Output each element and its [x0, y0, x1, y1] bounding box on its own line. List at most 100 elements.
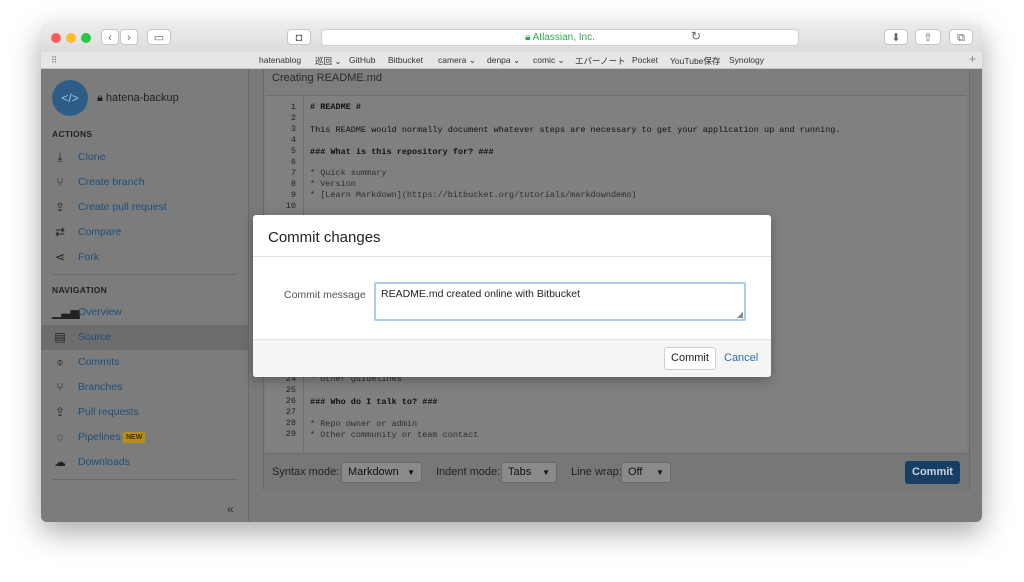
line-wrap-select[interactable]: Off ▼: [621, 462, 671, 483]
bookmark-bitbucket[interactable]: Bitbucket: [388, 55, 423, 65]
line-number: 1: [290, 102, 296, 112]
commit-icon: ⌽: [56, 355, 64, 369]
sidebar-item-fork[interactable]: ⋖ Fork: [41, 245, 248, 270]
line-number: 27: [285, 407, 296, 417]
sidebar-item-create-branch[interactable]: ⑂ Create branch: [41, 170, 248, 195]
indent-mode-select[interactable]: Tabs ▼: [501, 462, 557, 483]
sidebar-item-downloads[interactable]: ☁ Downloads: [41, 450, 248, 475]
compare-icon: ⇄: [54, 225, 66, 239]
code-line: * Version: [310, 179, 356, 189]
caret-down-icon: ▼: [407, 468, 415, 477]
dialog-footer: Commit Cancel: [253, 339, 771, 377]
dialog-header: Commit changes: [253, 215, 771, 257]
site-title: Atlassian, Inc.: [532, 32, 595, 43]
editor-title: Creating README.md: [272, 72, 383, 84]
bookmark-synology[interactable]: Synology: [729, 55, 764, 65]
new-badge: NEW: [123, 432, 146, 443]
bookmark-comic[interactable]: comic ⌄: [533, 55, 565, 66]
tabs-icon[interactable]: ⧉: [949, 29, 973, 45]
syntax-mode-select[interactable]: Markdown ▼: [341, 462, 422, 483]
sidebar-item-branches[interactable]: ⑂ Branches: [41, 375, 248, 400]
sidebar-item-pull-requests[interactable]: ⇪ Pull requests: [41, 400, 248, 425]
lock-icon: 🔒︎: [525, 32, 533, 43]
bookmark-youtube[interactable]: YouTube保存: [670, 55, 720, 67]
code-line: # README #: [310, 102, 362, 112]
bookmark-github[interactable]: GitHub: [349, 55, 375, 65]
pocket-icon[interactable]: ◘: [287, 29, 311, 45]
bookmark-camera[interactable]: camera ⌄: [438, 55, 476, 66]
code-line: * Quick summary: [310, 168, 387, 178]
sidebar-divider: [52, 479, 237, 480]
maximize-window-button[interactable]: [81, 33, 91, 43]
commit-dialog: Commit changes Commit message README.md …: [253, 215, 771, 377]
sidebar-item-overview[interactable]: ▁▃▅ Overview: [41, 300, 248, 325]
commit-button[interactable]: Commit: [905, 461, 960, 484]
address-bar[interactable]: 🔒︎ Atlassian, Inc.: [321, 29, 799, 46]
code-line: * [Learn Markdown](https://bitbucket.org…: [310, 190, 637, 200]
collapse-sidebar-button[interactable]: «: [227, 502, 234, 516]
line-wrap-label: Line wrap:: [571, 466, 622, 478]
grid-icon[interactable]: ⠿: [51, 55, 57, 66]
minimize-window-button[interactable]: [66, 33, 76, 43]
line-number: 28: [285, 418, 296, 428]
reload-icon[interactable]: ↻: [691, 29, 701, 43]
caret-down-icon: ▼: [542, 468, 550, 477]
sidebar-item-compare[interactable]: ⇄ Compare: [41, 220, 248, 245]
sidebar-toggle-icon[interactable]: ▭: [147, 29, 171, 45]
code-line: This README would normally document what…: [310, 125, 841, 135]
indent-mode-label: Indent mode:: [436, 466, 501, 478]
title-bar: ‹ › ▭ ◘ 🔒︎ Atlassian, Inc. ↻ ⬇ ⇧ ⧉: [41, 24, 982, 53]
code-line: * Repo owner or admin: [310, 419, 418, 429]
bookmark-hatenablog[interactable]: hatenablog: [259, 55, 301, 65]
bookmark-denpa[interactable]: denpa ⌄: [487, 55, 520, 66]
share-icon[interactable]: ⇧: [915, 29, 941, 45]
bookmark-pocket[interactable]: Pocket: [632, 55, 658, 65]
line-number: 9: [290, 190, 296, 200]
syntax-mode-label: Syntax mode:: [272, 466, 340, 478]
navigation-heading: NAVIGATION: [52, 285, 108, 295]
back-button[interactable]: ‹: [101, 29, 119, 45]
editor-toolbar: Syntax mode: Markdown ▼ Indent mode: Tab…: [264, 453, 969, 490]
dialog-title: Commit changes: [268, 229, 381, 246]
repo-avatar[interactable]: </>: [52, 80, 88, 116]
pull-request-icon: ⇪: [54, 200, 66, 214]
line-number: 10: [285, 201, 296, 211]
repo-sidebar: </> 🔒︎ hatena-backup ACTIONS ⤓ Clone ⑂ C…: [41, 69, 249, 522]
cloud-download-icon: ☁: [54, 455, 66, 469]
fork-icon: ⋖: [54, 250, 66, 264]
line-number: 7: [290, 168, 296, 178]
commit-message-input[interactable]: README.md created online with Bitbucket …: [374, 282, 746, 321]
bookmark-junkai[interactable]: 巡回 ⌄: [315, 55, 341, 67]
line-number: 8: [290, 179, 296, 189]
line-number: 6: [290, 157, 296, 167]
branch-icon: ⑂: [56, 380, 64, 394]
sidebar-item-pipelines[interactable]: ◌ Pipelines NEW: [41, 425, 248, 450]
resize-handle-icon[interactable]: ◢: [737, 310, 743, 319]
line-number: 29: [285, 429, 296, 439]
line-number: 25: [285, 385, 296, 395]
dialog-cancel-link[interactable]: Cancel: [724, 352, 758, 364]
sidebar-item-create-pull-request[interactable]: ⇪ Create pull request: [41, 195, 248, 220]
code-line: ### What is this repository for? ###: [310, 147, 494, 157]
caret-down-icon: ▼: [656, 468, 664, 477]
forward-button[interactable]: ›: [120, 29, 138, 45]
sidebar-item-source[interactable]: ▤ Source: [41, 325, 248, 350]
line-number: 3: [290, 124, 296, 134]
commit-message-label: Commit message: [284, 289, 366, 301]
actions-heading: ACTIONS: [52, 129, 93, 139]
branch-icon: ⑂: [56, 175, 64, 189]
repo-name[interactable]: 🔒︎ hatena-backup: [97, 92, 179, 105]
new-tab-icon[interactable]: +: [969, 52, 976, 66]
line-number: 26: [285, 396, 296, 406]
close-window-button[interactable]: [51, 33, 61, 43]
pull-request-icon: ⇪: [54, 405, 66, 419]
lock-icon: 🔒︎: [97, 92, 106, 104]
download-icon: ⤓: [57, 150, 63, 164]
dialog-commit-button[interactable]: Commit: [664, 347, 716, 370]
line-number: 4: [290, 135, 296, 145]
downloads-icon[interactable]: ⬇: [884, 29, 908, 45]
bookmark-evernote[interactable]: エバーノート: [575, 55, 626, 67]
sidebar-item-clone[interactable]: ⤓ Clone: [41, 145, 248, 170]
file-icon: ▤: [54, 330, 66, 344]
sidebar-item-commits[interactable]: ⌽ Commits: [41, 350, 248, 375]
